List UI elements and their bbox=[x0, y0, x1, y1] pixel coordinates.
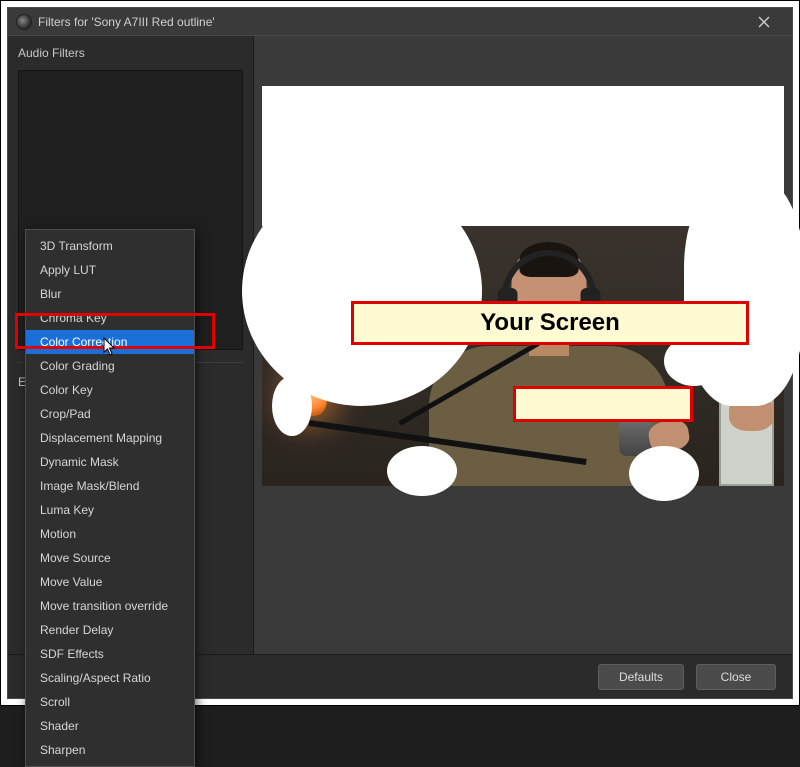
menu-item-color-key[interactable]: Color Key bbox=[26, 378, 194, 402]
annotation-your-screen: Your Screen bbox=[351, 301, 749, 345]
menu-item-image-mask-blend[interactable]: Image Mask/Blend bbox=[26, 474, 194, 498]
menu-item-shader[interactable]: Shader bbox=[26, 714, 194, 738]
menu-item-motion[interactable]: Motion bbox=[26, 522, 194, 546]
close-icon[interactable] bbox=[744, 8, 784, 36]
menu-item-chroma-key[interactable]: Chroma Key bbox=[26, 306, 194, 330]
preview-canvas bbox=[262, 86, 784, 486]
audio-filters-label: Audio Filters bbox=[18, 44, 243, 64]
annotation-secondary bbox=[513, 386, 693, 422]
menu-item-color-correction[interactable]: Color Correction bbox=[26, 330, 194, 354]
keyout-blob bbox=[242, 176, 482, 406]
window-title: Filters for 'Sony A7III Red outline' bbox=[38, 15, 215, 29]
menu-item-scaling-aspect-ratio[interactable]: Scaling/Aspect Ratio bbox=[26, 666, 194, 690]
menu-item-color-grading[interactable]: Color Grading bbox=[26, 354, 194, 378]
menu-item-sdf-effects[interactable]: SDF Effects bbox=[26, 642, 194, 666]
add-filter-context-menu[interactable]: 3D TransformApply LUTBlurChroma KeyColor… bbox=[25, 229, 195, 767]
menu-item-move-source[interactable]: Move Source bbox=[26, 546, 194, 570]
menu-item-luma-key[interactable]: Luma Key bbox=[26, 498, 194, 522]
menu-item-render-delay[interactable]: Render Delay bbox=[26, 618, 194, 642]
menu-item-displacement-mapping[interactable]: Displacement Mapping bbox=[26, 426, 194, 450]
menu-item-scroll[interactable]: Scroll bbox=[26, 690, 194, 714]
outer-frame: Filters for 'Sony A7III Red outline' Aud… bbox=[0, 0, 800, 706]
obs-icon bbox=[16, 14, 32, 30]
menu-item-dynamic-mask[interactable]: Dynamic Mask bbox=[26, 450, 194, 474]
defaults-button[interactable]: Defaults bbox=[598, 664, 684, 690]
menu-item-blur[interactable]: Blur bbox=[26, 282, 194, 306]
menu-item-move-transition-override[interactable]: Move transition override bbox=[26, 594, 194, 618]
titlebar: Filters for 'Sony A7III Red outline' bbox=[8, 8, 792, 36]
close-button[interactable]: Close bbox=[696, 664, 776, 690]
menu-item-move-value[interactable]: Move Value bbox=[26, 570, 194, 594]
menu-item-apply-lut[interactable]: Apply LUT bbox=[26, 258, 194, 282]
menu-item-sharpen[interactable]: Sharpen bbox=[26, 738, 194, 762]
menu-item-3d-transform[interactable]: 3D Transform bbox=[26, 234, 194, 258]
preview-panel bbox=[254, 36, 792, 654]
menu-item-crop-pad[interactable]: Crop/Pad bbox=[26, 402, 194, 426]
